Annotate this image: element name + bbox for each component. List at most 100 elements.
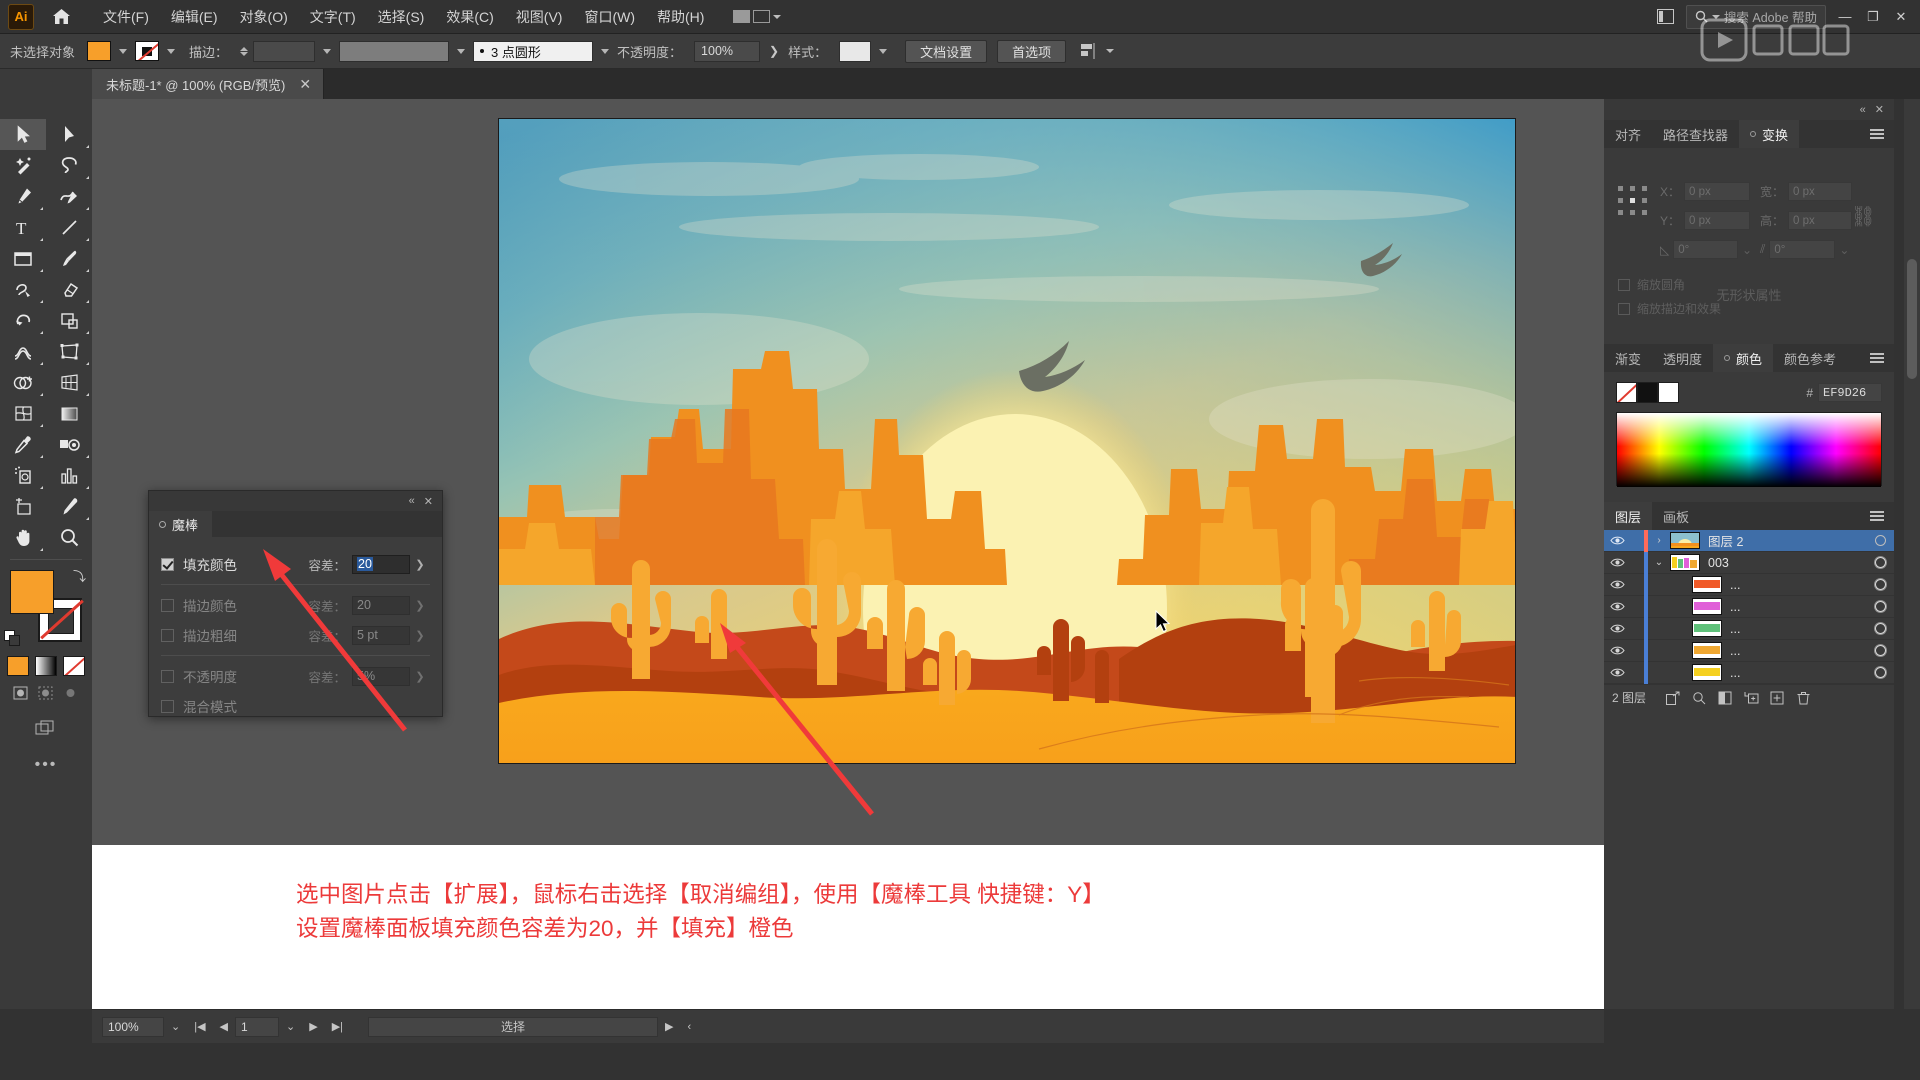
- transform-y-field[interactable]: Y： 0 px: [1660, 211, 1752, 230]
- curvature-tool[interactable]: [46, 181, 92, 212]
- stroke-weight-chevron-icon[interactable]: [323, 48, 332, 54]
- scale-corners-row[interactable]: 缩放圆角: [1618, 276, 1721, 293]
- tab-transform[interactable]: 变换: [1739, 120, 1800, 148]
- stroke-weight-field[interactable]: [253, 40, 316, 62]
- menu-window[interactable]: 窗口(W): [573, 2, 646, 32]
- workspace-switcher[interactable]: [725, 7, 789, 26]
- document-setup-button[interactable]: 文档设置: [905, 39, 988, 63]
- arrange-documents-icon[interactable]: [1652, 5, 1680, 29]
- menu-edit[interactable]: 编辑(E): [160, 2, 229, 32]
- draw-normal-icon[interactable]: [13, 686, 29, 704]
- tab-layers[interactable]: 图层: [1604, 502, 1653, 530]
- hand-tool[interactable]: [0, 522, 46, 553]
- opacity-options-icon[interactable]: ❯: [760, 44, 788, 58]
- sublayer-row[interactable]: ...: [1604, 661, 1894, 684]
- close-icon[interactable]: ✕: [1875, 103, 1884, 116]
- menu-file[interactable]: 文件(F): [92, 2, 160, 32]
- home-icon[interactable]: [46, 2, 76, 32]
- tab-transparency[interactable]: 透明度: [1652, 344, 1713, 372]
- last-artboard-button[interactable]: ▶|: [325, 1020, 350, 1033]
- fill-tolerance-input[interactable]: 20: [352, 554, 410, 574]
- next-artboard-button[interactable]: ▶: [302, 1020, 324, 1033]
- swap-fill-stroke-icon[interactable]: ⤵: [73, 566, 86, 585]
- magic-wand-tool[interactable]: [0, 150, 46, 181]
- paintbrush-tool[interactable]: [46, 243, 92, 274]
- layer-name[interactable]: 图层 2: [1708, 531, 1866, 550]
- align-options[interactable]: [1080, 42, 1115, 60]
- fill-color-large-swatch[interactable]: [10, 570, 54, 614]
- stroke-tolerance-input[interactable]: 20: [352, 595, 410, 615]
- target-indicator[interactable]: [1866, 535, 1894, 546]
- brush-definition-select[interactable]: 3 点圆形: [473, 40, 594, 62]
- eyedropper-tool[interactable]: [0, 429, 46, 460]
- perspective-grid-tool[interactable]: [46, 367, 92, 398]
- status-expand-icon[interactable]: ▶: [658, 1020, 680, 1033]
- target-indicator[interactable]: [1866, 667, 1894, 678]
- scale-strokes-row[interactable]: 缩放描边和效果: [1618, 300, 1721, 317]
- magic-wand-panel[interactable]: « ✕ 魔棒 填充颜色 容差： 20 ❯ 描边颜色 容差： 20 ❯ 描边粗细 …: [148, 490, 443, 717]
- tab-color-guide[interactable]: 颜色参考: [1773, 344, 1847, 372]
- menu-type[interactable]: 文字(T): [299, 2, 367, 32]
- edit-toolbar-icon[interactable]: •••: [0, 756, 92, 774]
- lasso-tool[interactable]: [46, 150, 92, 181]
- layer-name[interactable]: 003: [1708, 556, 1866, 570]
- collapse-icon[interactable]: «: [409, 495, 415, 507]
- fill-chevron-icon[interactable]: [119, 48, 128, 54]
- transform-x-field[interactable]: X： 0 px: [1660, 182, 1752, 201]
- brush-chevron-icon[interactable]: [601, 48, 610, 54]
- tab-magic-wand[interactable]: 魔棒: [149, 511, 213, 537]
- change-screen-mode-icon[interactable]: [35, 720, 57, 740]
- close-icon[interactable]: ✕: [299, 76, 311, 93]
- magic-wand-row-stroke-weight[interactable]: 描边粗细 容差： 5 pt ❯: [161, 620, 430, 650]
- tab-color[interactable]: 颜色: [1713, 344, 1774, 372]
- delete-selection-button[interactable]: [1790, 687, 1816, 709]
- draw-behind-icon[interactable]: [38, 686, 54, 704]
- transform-height-field[interactable]: 高： 0 px: [1760, 211, 1852, 230]
- weight-tolerance-input[interactable]: 5 pt: [352, 625, 410, 645]
- pen-tool[interactable]: [0, 181, 46, 212]
- free-transform-tool[interactable]: [46, 336, 92, 367]
- fill-color-swatch[interactable]: [87, 41, 112, 61]
- stroke-color-checkbox[interactable]: [161, 598, 174, 612]
- menu-help[interactable]: 帮助(H): [646, 2, 715, 32]
- menu-effect[interactable]: 效果(C): [435, 2, 504, 32]
- line-segment-tool[interactable]: [46, 212, 92, 243]
- gradient-mode-button[interactable]: [35, 656, 57, 676]
- tab-artboards[interactable]: 画板: [1652, 502, 1700, 530]
- layer-name[interactable]: ...: [1730, 578, 1866, 592]
- shape-builder-tool[interactable]: [0, 367, 46, 398]
- layer-row-003[interactable]: ⌄ 003: [1604, 551, 1894, 574]
- zoom-level-field[interactable]: 100%: [102, 1016, 164, 1037]
- shaper-tool[interactable]: [0, 274, 46, 305]
- layer-name[interactable]: ...: [1730, 622, 1866, 636]
- zoom-chevron-icon[interactable]: ⌄: [164, 1020, 187, 1033]
- document-tab[interactable]: 未标题-1* @ 100% (RGB/预览) ✕: [92, 69, 325, 99]
- close-icon[interactable]: ✕: [424, 495, 433, 508]
- transform-shear-field[interactable]: ⫽ 0° ⌄: [1760, 240, 1852, 259]
- variable-width-profile-select[interactable]: [339, 40, 450, 62]
- graphic-style-swatch[interactable]: [839, 40, 872, 62]
- create-sublayer-button[interactable]: [1738, 687, 1764, 709]
- artboard-tool[interactable]: [0, 491, 46, 522]
- opacity-tolerance-expand-icon[interactable]: ❯: [410, 670, 430, 683]
- stroke-color-swatch[interactable]: [135, 41, 160, 61]
- canvas-scrollbar-strip[interactable]: [1904, 99, 1920, 1009]
- target-indicator[interactable]: [1866, 645, 1894, 656]
- chevron-down-icon[interactable]: ⌄: [1648, 557, 1670, 568]
- close-button[interactable]: ✕: [1888, 6, 1914, 28]
- none-mode-button[interactable]: [63, 656, 85, 676]
- opacity-tolerance-input[interactable]: 5%: [352, 666, 410, 686]
- minimize-button[interactable]: —: [1832, 6, 1858, 28]
- width-tool[interactable]: [0, 336, 46, 367]
- scrollbar-thumb[interactable]: [1907, 259, 1917, 379]
- black-swatch[interactable]: [1637, 382, 1658, 403]
- hex-input[interactable]: EF9D26: [1818, 383, 1882, 402]
- default-fill-stroke-icon[interactable]: [4, 630, 21, 650]
- artboard[interactable]: [498, 118, 1516, 764]
- symbol-sprayer-tool[interactable]: [0, 460, 46, 491]
- tab-pathfinder[interactable]: 路径查找器: [1652, 120, 1739, 148]
- artboard-number-field[interactable]: 1: [235, 1016, 280, 1037]
- reference-point-selector[interactable]: [1618, 186, 1648, 216]
- sublayer-row[interactable]: ...: [1604, 639, 1894, 662]
- artboard-chevron-icon[interactable]: ⌄: [279, 1020, 302, 1033]
